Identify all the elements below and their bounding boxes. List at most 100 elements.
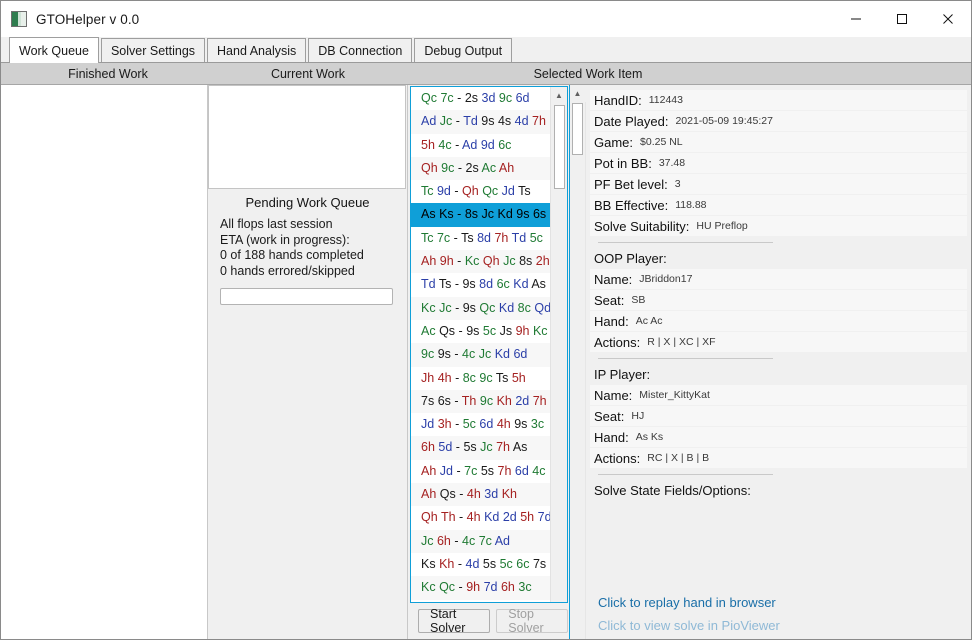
card-token: Kd (513, 277, 529, 292)
work-item-row[interactable]: Ah 9h - Kc Qh Jc 8s 2h (411, 250, 550, 274)
card-token: 9s (437, 347, 451, 362)
card-token: 3h (437, 417, 452, 432)
card-token: 8d (479, 277, 494, 292)
work-item-scrollbar[interactable]: ▲ (550, 87, 567, 602)
tab-work-queue[interactable]: Work Queue (9, 37, 99, 63)
card-token: 7c (436, 230, 451, 245)
card-token: 4h (466, 487, 481, 502)
work-item-row[interactable]: Ah Qs - 4h 3d Kh (411, 483, 550, 507)
card-separator: - (455, 300, 460, 315)
card-token: Kd (494, 347, 510, 362)
work-item-row[interactable]: Kc Jc - 9s Qc Kd 8c Qd (411, 296, 550, 320)
work-item-row[interactable]: Qh Th - 4h Kd 2d 5h 7d (411, 506, 550, 529)
card-token: 8s (464, 207, 479, 222)
card-separator: - (457, 556, 463, 571)
card-token: Ac (481, 160, 497, 175)
work-item-row[interactable]: Qh 9c - 2s Ac Ah (411, 156, 550, 181)
detail-scrollbar[interactable]: ▲ (570, 85, 586, 639)
current-work-panel[interactable] (208, 85, 406, 189)
card-token: 8s (519, 254, 533, 269)
stop-solver-button[interactable]: Stop Solver (496, 607, 568, 635)
work-item-row[interactable]: Ad Jc - Td 9s 4s 4d 7h (411, 110, 550, 134)
tab-hand-analysis[interactable]: Hand Analysis (207, 38, 307, 62)
card-token: Td (463, 114, 478, 129)
scrollbar-thumb[interactable] (553, 105, 565, 189)
card-token: Ad (462, 137, 478, 152)
card-separator: - (454, 393, 459, 408)
card-token: Ah (421, 463, 437, 478)
card-separator: - (455, 440, 460, 455)
finished-work-panel[interactable] (1, 85, 208, 639)
pending-queue-status: All flops last session ETA (work in prog… (208, 217, 407, 279)
scroll-up-icon[interactable]: ▲ (570, 85, 586, 102)
maximize-icon[interactable] (879, 1, 925, 37)
card-token: Jh (421, 370, 435, 385)
card-token: 7h (496, 440, 511, 455)
detail-field-label: Hand: (594, 429, 629, 445)
replay-hand-link[interactable]: Click to replay hand in browser (590, 591, 967, 614)
work-item-row[interactable]: Ks Kh - 4d 5s 5c 6c 7s (411, 553, 550, 576)
scrollbar-thumb[interactable] (572, 103, 583, 155)
detail-field-row: Actions: RC | X | B | B (590, 448, 967, 468)
detail-field-value: 3 (674, 178, 681, 190)
tab-debug-output[interactable]: Debug Output (414, 38, 513, 62)
card-token: 9s (481, 114, 495, 129)
work-item-row-selected[interactable]: As Ks - 8s Jc Kd 9s 6s (411, 203, 550, 227)
card-separator: - (455, 370, 460, 385)
detail-field-value: As Ks (635, 431, 664, 443)
detail-field-value: R | X | XC | XF (647, 336, 716, 348)
card-token: 2h (535, 254, 550, 269)
tab-solver-settings[interactable]: Solver Settings (100, 38, 206, 62)
work-item-listbox[interactable]: Qc 7c - 2s 3d 9c 6d Ad Jc - Td 9s 4s 4d 7… (410, 86, 568, 603)
work-item-row[interactable]: Jd 3h - 5c 6d 4h 9s 3c (411, 413, 550, 436)
work-item-row[interactable]: Jh 4h - 8c 9c Ts 5h (411, 367, 550, 390)
main-body: Pending Work Queue All flops last sessio… (1, 85, 971, 639)
pending-queue-title: Pending Work Queue (245, 195, 370, 210)
card-token: 5s (463, 440, 477, 455)
work-item-row[interactable]: 7s 6s - Th 9c Kh 2d 7h (411, 389, 550, 414)
work-item-row[interactable]: Ac Qs - 9s 5c Js 9h Kc (411, 320, 550, 343)
card-token: Ts (461, 230, 474, 245)
scroll-up-icon[interactable]: ▲ (550, 87, 567, 104)
detail-field-value: HJ (631, 410, 645, 422)
work-item-row[interactable]: Kc Qc - 9h 7d 6h 3c (411, 576, 550, 600)
card-token: Qc (439, 580, 456, 595)
card-token: Ac (421, 323, 436, 338)
start-solver-button[interactable]: Start Solver (418, 607, 491, 635)
work-item-row[interactable]: Tc 7c - Ts 8d 7h Td 5c (411, 227, 550, 250)
card-separator: - (453, 230, 458, 245)
minimize-icon[interactable] (833, 1, 879, 37)
oop-player-section-title: OOP Player: (594, 251, 667, 266)
card-token: 8c (462, 370, 476, 385)
detail-field-label: Name: (594, 387, 633, 403)
close-icon[interactable] (925, 1, 971, 37)
tab-db-connection[interactable]: DB Connection (308, 38, 413, 62)
work-item-row[interactable]: Tc 9d - Qh Qc Jd Ts (411, 180, 550, 203)
card-token: 4h (466, 510, 481, 525)
work-item-row[interactable]: 9c 9s - 4c Jc Kd 6d (411, 343, 550, 367)
work-item-row[interactable]: Ah Jd - 7c 5s 7h 6d 4c (411, 460, 550, 483)
progress-bar (220, 288, 393, 305)
work-item-row[interactable]: Qc 7c - 2s 3d 9c 6d (411, 87, 550, 110)
card-token: Js (499, 323, 513, 338)
solve-state-section-title: Solve State Fields/Options: (594, 483, 751, 498)
work-item-row[interactable]: 5h 4c - Ad 9d 6c (411, 134, 550, 157)
work-item-row[interactable]: 6h 5d - 5s Jc 7h As (411, 436, 550, 460)
view-solve-pioviewer-link[interactable]: Click to view solve in PioViewer (590, 614, 967, 637)
card-separator: - (455, 137, 460, 152)
card-token: 9c (421, 347, 435, 362)
card-separator: - (457, 207, 462, 222)
card-token: 7h (494, 230, 509, 245)
work-item-row[interactable]: Jc 6h - 4c 7c Ad (411, 529, 550, 553)
work-item-row[interactable]: Td Ts - 9s 8d 6c Kd As (411, 273, 550, 296)
card-token: 2s (464, 91, 479, 105)
card-token: 9d (436, 184, 451, 199)
card-separator: - (456, 463, 461, 478)
card-token: 7d (537, 510, 550, 525)
detail-field-value: 118.88 (675, 199, 707, 211)
card-token: Kd (484, 510, 500, 525)
detail-field-label: Actions: (594, 334, 641, 350)
tab-label: Debug Output (424, 43, 503, 58)
detail-field-label: Name: (594, 271, 633, 287)
detail-field-label: HandID: (594, 92, 642, 108)
